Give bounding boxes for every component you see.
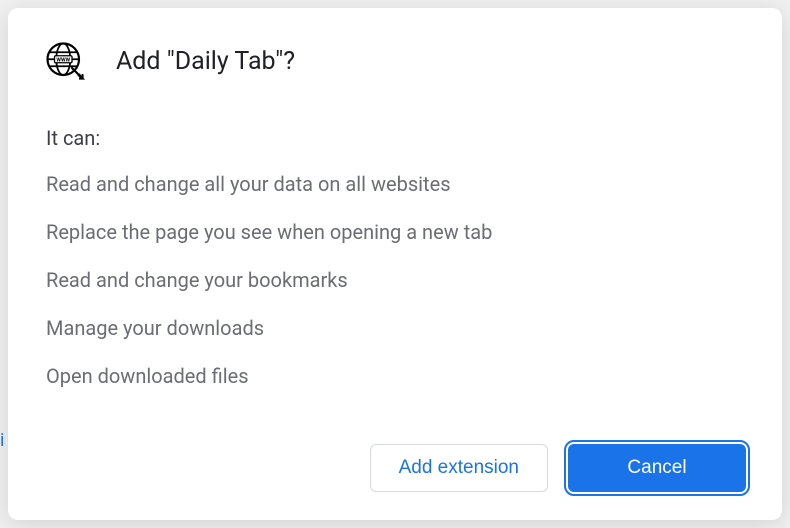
dialog-body: It can: Read and change all your data on… bbox=[44, 126, 746, 438]
dialog-header: WWW Add "Daily Tab"? bbox=[44, 40, 746, 82]
permission-item: Read and change all your data on all web… bbox=[46, 172, 746, 196]
dialog-title: Add "Daily Tab"? bbox=[116, 47, 295, 76]
permission-item: Read and change your bookmarks bbox=[46, 268, 746, 292]
permissions-intro: It can: bbox=[46, 126, 746, 150]
permissions-list: Read and change all your data on all web… bbox=[46, 172, 746, 388]
permission-item: Replace the page you see when opening a … bbox=[46, 220, 746, 244]
globe-www-icon: WWW bbox=[44, 40, 86, 82]
permission-item: Manage your downloads bbox=[46, 316, 746, 340]
extension-install-dialog: WWW Add "Daily Tab"? It can: Read and ch… bbox=[8, 8, 782, 520]
page-sliver: i bbox=[0, 430, 4, 451]
permission-item: Open downloaded files bbox=[46, 364, 746, 388]
dialog-footer: Add extension Cancel bbox=[44, 444, 746, 492]
add-extension-button[interactable]: Add extension bbox=[370, 444, 548, 492]
cancel-button[interactable]: Cancel bbox=[568, 444, 746, 492]
svg-text:WWW: WWW bbox=[56, 57, 70, 63]
